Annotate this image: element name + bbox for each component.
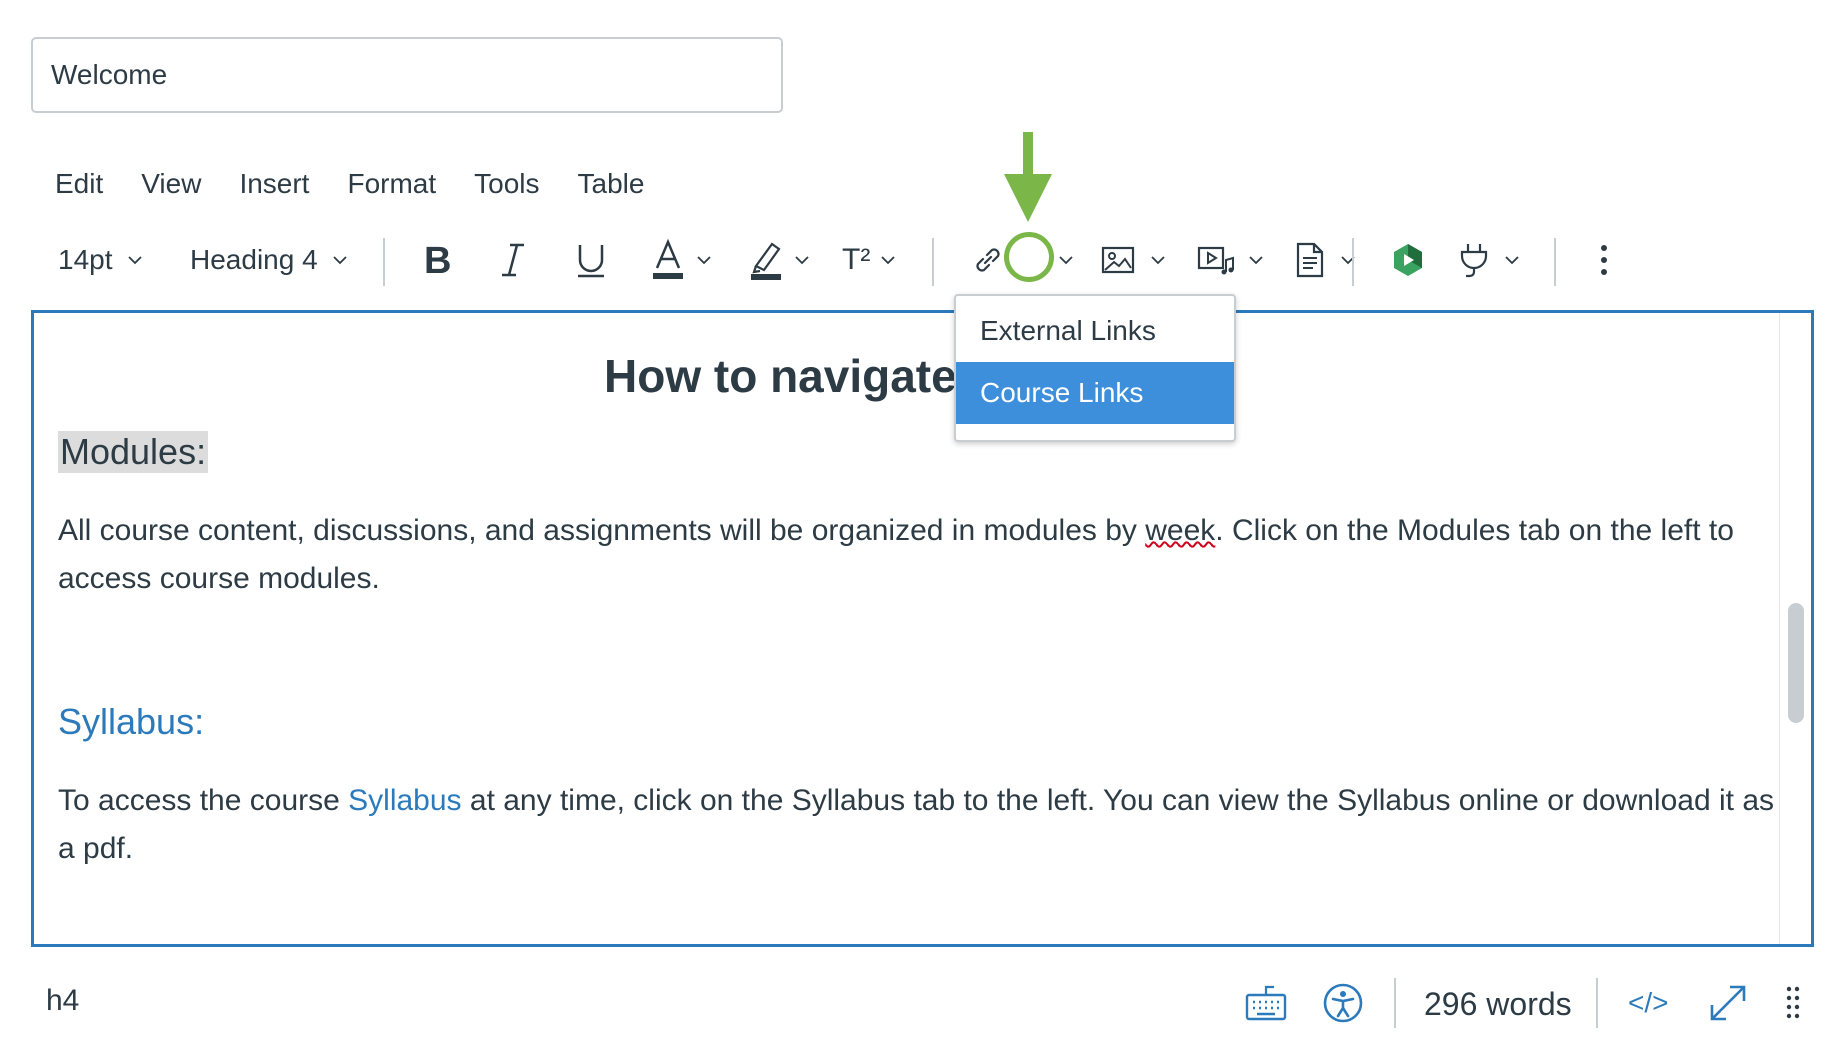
highlight-color-button[interactable] xyxy=(748,232,810,288)
editor-toolbar: 14pt Heading 4 B T² xyxy=(40,232,1650,288)
element-path[interactable]: h4 xyxy=(46,984,79,1018)
plug-icon xyxy=(1460,244,1488,278)
modules-paragraph: All course content, discussions, and ass… xyxy=(58,507,1778,603)
page-title-input[interactable] xyxy=(31,37,783,113)
chevron-down-icon xyxy=(1059,256,1073,265)
editor-content-area[interactable]: How to navigate Modules: All course cont… xyxy=(31,310,1814,947)
document-icon xyxy=(1296,242,1324,278)
image-button[interactable] xyxy=(1100,232,1166,288)
text-color-icon xyxy=(653,238,683,279)
bold-icon: B xyxy=(424,240,451,280)
underline-button[interactable] xyxy=(574,232,608,288)
keyboard-icon xyxy=(1245,985,1287,1021)
highlight-icon xyxy=(751,242,781,280)
editor-menubar: Edit View Insert Format Tools Table xyxy=(36,164,663,208)
menu-format[interactable]: Format xyxy=(328,164,455,208)
svg-text:B: B xyxy=(424,240,451,280)
italic-icon xyxy=(502,243,524,277)
content-title: How to navigate xyxy=(604,350,957,402)
editor-scrollbar[interactable] xyxy=(1779,313,1811,944)
menu-insert[interactable]: Insert xyxy=(220,164,328,208)
block-format-value: Heading 4 xyxy=(190,244,318,275)
document-button[interactable] xyxy=(1294,232,1356,288)
links-dropdown-menu: External Links Course Links xyxy=(954,294,1236,442)
chevron-down-icon xyxy=(697,256,711,265)
chevron-down-icon xyxy=(1151,256,1165,265)
font-size-select[interactable]: 14pt xyxy=(58,232,143,288)
scrollbar-thumb[interactable] xyxy=(1788,603,1804,723)
syllabus-link[interactable]: Syllabus xyxy=(348,784,461,817)
menu-table[interactable]: Table xyxy=(559,164,664,208)
drag-handle-icon xyxy=(1786,986,1800,1019)
toolbar-separator xyxy=(932,238,934,286)
accessibility-icon xyxy=(1323,983,1363,1023)
fullscreen-button[interactable] xyxy=(1706,978,1750,1028)
text-run: All course content, discussions, and ass… xyxy=(58,514,1146,547)
modules-heading: Modules: xyxy=(58,431,209,473)
keyboard-shortcuts-button[interactable] xyxy=(1244,978,1288,1028)
chevron-down-icon xyxy=(127,256,142,265)
menu-edit[interactable]: Edit xyxy=(36,164,122,208)
link-button[interactable] xyxy=(970,232,1006,288)
syllabus-heading[interactable]: Syllabus: xyxy=(58,701,204,743)
plugins-button[interactable] xyxy=(1456,232,1520,288)
toolbar-separator xyxy=(383,238,385,286)
block-format-select[interactable]: Heading 4 xyxy=(190,232,348,288)
html-editor-toggle[interactable]: </> xyxy=(1628,978,1668,1028)
annotation-arrow-icon xyxy=(1004,132,1052,222)
image-icon xyxy=(1101,246,1135,274)
menu-item-external-links[interactable]: External Links xyxy=(956,300,1234,362)
menu-tools[interactable]: Tools xyxy=(455,164,558,208)
chevron-down-icon xyxy=(1505,256,1519,265)
statusbar-separator xyxy=(1596,978,1598,1028)
menu-item-course-links[interactable]: Course Links xyxy=(956,362,1234,424)
syllabus-paragraph: To access the course Syllabus at any tim… xyxy=(58,777,1778,873)
apps-icon xyxy=(1394,244,1422,276)
toolbar-separator xyxy=(1352,238,1354,286)
superscript-button[interactable]: T² xyxy=(842,232,896,288)
media-icon xyxy=(1197,246,1234,275)
word-count: 296 words xyxy=(1424,986,1572,1022)
misspelled-word[interactable]: week xyxy=(1145,514,1215,547)
menu-view[interactable]: View xyxy=(122,164,220,208)
text-run: To access the course xyxy=(58,784,349,817)
toolbar-separator xyxy=(1554,238,1556,286)
link-options-dropdown[interactable] xyxy=(1058,232,1074,288)
font-size-value: 14pt xyxy=(58,244,113,275)
superscript-icon: T² xyxy=(842,243,871,276)
link-icon xyxy=(976,248,1000,272)
fullscreen-icon xyxy=(1710,985,1746,1021)
chevron-down-icon xyxy=(795,256,809,265)
accessibility-checker-button[interactable] xyxy=(1322,978,1364,1028)
chevron-down-icon xyxy=(1249,256,1263,265)
underline-icon xyxy=(578,245,604,278)
annotation-highlight-circle xyxy=(1004,232,1054,282)
media-button[interactable] xyxy=(1196,232,1264,288)
text-color-button[interactable] xyxy=(650,232,712,288)
bold-button[interactable]: B xyxy=(420,232,454,288)
chevron-down-icon xyxy=(333,256,347,265)
code-icon: </> xyxy=(1628,987,1669,1018)
chevron-down-icon xyxy=(881,256,895,265)
resize-handle[interactable] xyxy=(1786,978,1800,1028)
more-icon xyxy=(1601,245,1607,275)
editor-statusbar: h4 296 words </> xyxy=(0,970,1844,1040)
italic-button[interactable] xyxy=(498,232,528,288)
more-options-button[interactable] xyxy=(1600,232,1608,288)
statusbar-separator xyxy=(1394,978,1396,1028)
apps-button[interactable] xyxy=(1390,232,1426,288)
